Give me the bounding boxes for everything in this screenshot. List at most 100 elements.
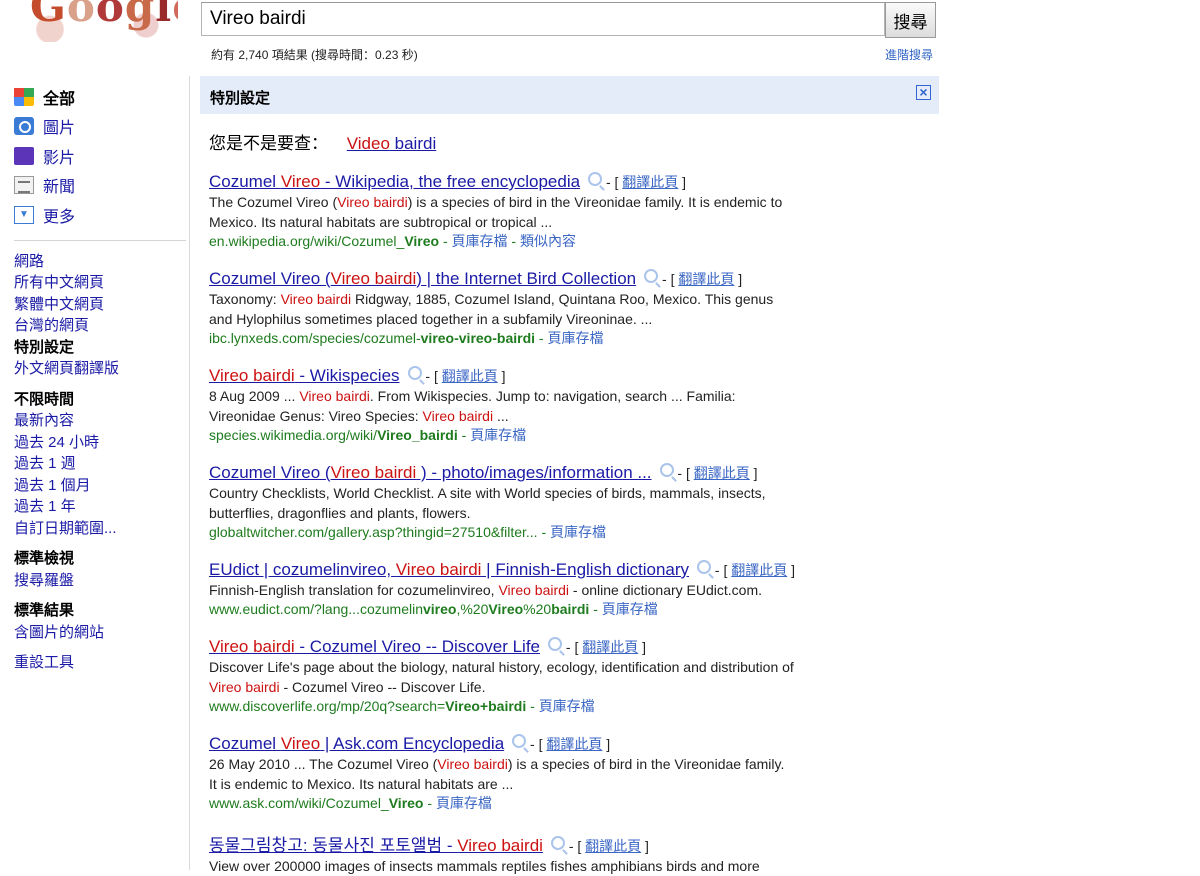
translate-page-link[interactable]: 翻譯此頁 [582, 639, 638, 655]
result-snippet-line: Vireo bairdi - Cozumel Vireo -- Discover… [209, 679, 486, 695]
reset-tools-link[interactable]: 重設工具 [14, 652, 186, 674]
result-title-link[interactable]: Cozumel Vireo - Wikipedia, the free ency… [209, 172, 580, 191]
translate-link-group: - [ 翻譯此頁 ] [673, 465, 758, 481]
scope-traditional-chinese[interactable]: 繁體中文網頁 [14, 294, 186, 316]
sidebar-separator [189, 76, 190, 870]
translate-link-group: - [ 翻譯此頁 ] [564, 838, 649, 854]
nav-all-label: 全部 [43, 90, 76, 108]
nav-all[interactable]: 全部 [14, 82, 186, 112]
preview-magnifier-icon[interactable] [644, 269, 659, 283]
translate-link-group: - [ 翻譯此頁 ] [562, 639, 647, 655]
translate-page-link[interactable]: 翻譯此頁 [585, 838, 641, 854]
time-latest[interactable]: 最新內容 [14, 410, 186, 432]
translate-link-group: - [ 翻譯此頁 ] [526, 736, 611, 752]
cached-page-link[interactable]: 頁庫存檔 [452, 233, 508, 249]
translate-page-link[interactable]: 翻譯此頁 [694, 465, 750, 481]
results-with-images[interactable]: 含圖片的網站 [14, 622, 186, 644]
cached-page-link[interactable]: 頁庫存檔 [602, 601, 658, 617]
result-url: globaltwitcher.com/gallery.asp?thingid=2… [209, 524, 607, 540]
nav-more-label: 更多 [43, 208, 76, 226]
did-you-mean-suggestion[interactable]: Video bairdi [347, 134, 437, 153]
cached-page-link[interactable]: 頁庫存檔 [550, 524, 606, 540]
translate-page-link[interactable]: 翻譯此頁 [442, 368, 498, 384]
cached-page-link[interactable]: 頁庫存檔 [436, 795, 492, 811]
translate-link-group: - [ 翻譯此頁 ] [658, 271, 743, 287]
result-snippet-line: The Cozumel Vireo (Vireo bairdi) is a sp… [209, 194, 783, 210]
result-snippet-line: Vireonidae Genus: Vireo Species: Vireo b… [209, 408, 509, 424]
google-logo[interactable]: Google [18, 0, 178, 42]
result-title-row: Vireo bairdi - Cozumel Vireo -- Discover… [209, 637, 869, 657]
time-month[interactable]: 過去 1 個月 [14, 475, 186, 497]
advanced-search-link[interactable]: 進階搜尋 [885, 46, 933, 63]
preview-magnifier-icon[interactable] [512, 734, 527, 748]
search-result: Vireo bairdi - Wikispecies - [ 翻譯此頁 ] 8 A… [209, 366, 869, 445]
translate-page-link[interactable]: 翻譯此頁 [678, 271, 734, 287]
translate-page-link[interactable]: 翻譯此頁 [731, 562, 787, 578]
search-box[interactable] [201, 2, 885, 36]
preview-magnifier-icon[interactable] [659, 463, 674, 477]
result-url: www.ask.com/wiki/Cozumel_Vireo - 頁庫存檔 [209, 795, 492, 811]
sidebar: 全部 圖片 影片 新聞 ▼ 更多 網路 所有中文網頁 繁體中文網頁 台灣的網頁 … [14, 82, 186, 674]
search-result: Cozumel Vireo (Vireo bairdi) | the Inter… [209, 269, 869, 348]
result-title-row: Cozumel Vireo - Wikipedia, the free ency… [209, 172, 869, 192]
scope-translated[interactable]: 外文網頁翻譯版 [14, 358, 186, 380]
result-title-link[interactable]: 동물그림창고: 동물사진 포토앨범 - Vireo bairdi [209, 836, 543, 855]
result-snippet-line: View over 200000 images of insects mamma… [209, 858, 760, 874]
scope-all-chinese[interactable]: 所有中文網頁 [14, 272, 186, 294]
similar-pages-link[interactable]: 類似內容 [520, 233, 576, 249]
nav-news[interactable]: 新聞 [14, 171, 186, 201]
result-snippet-line: Country Checklists, World Checklist. A s… [209, 485, 766, 501]
preview-magnifier-icon[interactable] [407, 366, 422, 380]
translate-link-group: - [ 翻譯此頁 ] [711, 562, 796, 578]
search-result: Cozumel Vireo (Vireo bairdi ) - photo/im… [209, 463, 869, 542]
translate-page-link[interactable]: 翻譯此頁 [622, 174, 678, 190]
result-snippet-line: 26 May 2010 ... The Cozumel Vireo (Vireo… [209, 756, 785, 772]
result-title-row: Cozumel Vireo (Vireo bairdi ) - photo/im… [209, 463, 869, 483]
preview-magnifier-icon[interactable] [697, 560, 712, 574]
nav-videos[interactable]: 影片 [14, 141, 186, 171]
search-result: Vireo bairdi - Cozumel Vireo -- Discover… [209, 637, 869, 716]
special-settings-title: 特別設定 [210, 90, 271, 107]
logo-text: Google [30, 0, 178, 31]
image-icon [14, 117, 34, 136]
preview-magnifier-icon[interactable] [588, 172, 603, 186]
nav-more[interactable]: ▼ 更多 [14, 200, 186, 230]
translate-page-link[interactable]: 翻譯此頁 [546, 736, 602, 752]
result-title-link[interactable]: Cozumel Vireo (Vireo bairdi ) - photo/im… [209, 463, 652, 482]
result-title-link[interactable]: Cozumel Vireo (Vireo bairdi) | the Inter… [209, 269, 636, 288]
time-24h[interactable]: 過去 24 小時 [14, 432, 186, 454]
search-button[interactable]: 搜尋 [885, 2, 936, 38]
result-url: www.discoverlife.org/mp/20q?search=Vireo… [209, 698, 595, 714]
result-title-link[interactable]: EUdict | cozumelinvireo, Vireo bairdi | … [209, 560, 689, 579]
scope-special-active: 特別設定 [14, 338, 75, 356]
nav-news-label: 新聞 [43, 179, 76, 197]
scope-taiwan[interactable]: 台灣的網頁 [14, 315, 186, 337]
translate-link-group: - [ 翻譯此頁 ] [421, 368, 506, 384]
result-title-link[interactable]: Vireo bairdi - Wikispecies [209, 366, 400, 385]
view-wonder-wheel[interactable]: 搜尋羅盤 [14, 570, 186, 592]
result-title-link[interactable]: Vireo bairdi - Cozumel Vireo -- Discover… [209, 637, 540, 656]
results-standard-active: 標準結果 [14, 602, 75, 619]
more-icon: ▼ [14, 205, 34, 224]
cached-page-link[interactable]: 頁庫存檔 [547, 330, 603, 346]
preview-magnifier-icon[interactable] [550, 836, 565, 850]
result-snippet-line: butterflies, dragonflies and plants, flo… [209, 505, 471, 521]
time-any-active: 不限時間 [14, 390, 75, 408]
nav-images-label: 圖片 [43, 120, 76, 138]
result-title-row: Cozumel Vireo | Ask.com Encyclopedia - [… [209, 734, 869, 754]
time-week[interactable]: 過去 1 週 [14, 453, 186, 475]
scope-web[interactable]: 網路 [14, 251, 186, 273]
all-icon [14, 87, 34, 106]
search-input[interactable] [202, 3, 884, 35]
time-year[interactable]: 過去 1 年 [14, 496, 186, 518]
view-standard-active: 標準檢視 [14, 550, 75, 567]
result-title-link[interactable]: Cozumel Vireo | Ask.com Encyclopedia [209, 734, 504, 753]
time-custom[interactable]: 自訂日期範圍... [14, 518, 186, 540]
close-icon[interactable]: × [916, 85, 931, 100]
result-url: www.eudict.com/?lang...cozumelinvireo,%2… [209, 601, 658, 617]
nav-images[interactable]: 圖片 [14, 112, 186, 142]
preview-magnifier-icon[interactable] [548, 637, 563, 651]
cached-page-link[interactable]: 頁庫存檔 [470, 427, 526, 443]
video-icon [14, 146, 34, 165]
cached-page-link[interactable]: 頁庫存檔 [539, 698, 595, 714]
